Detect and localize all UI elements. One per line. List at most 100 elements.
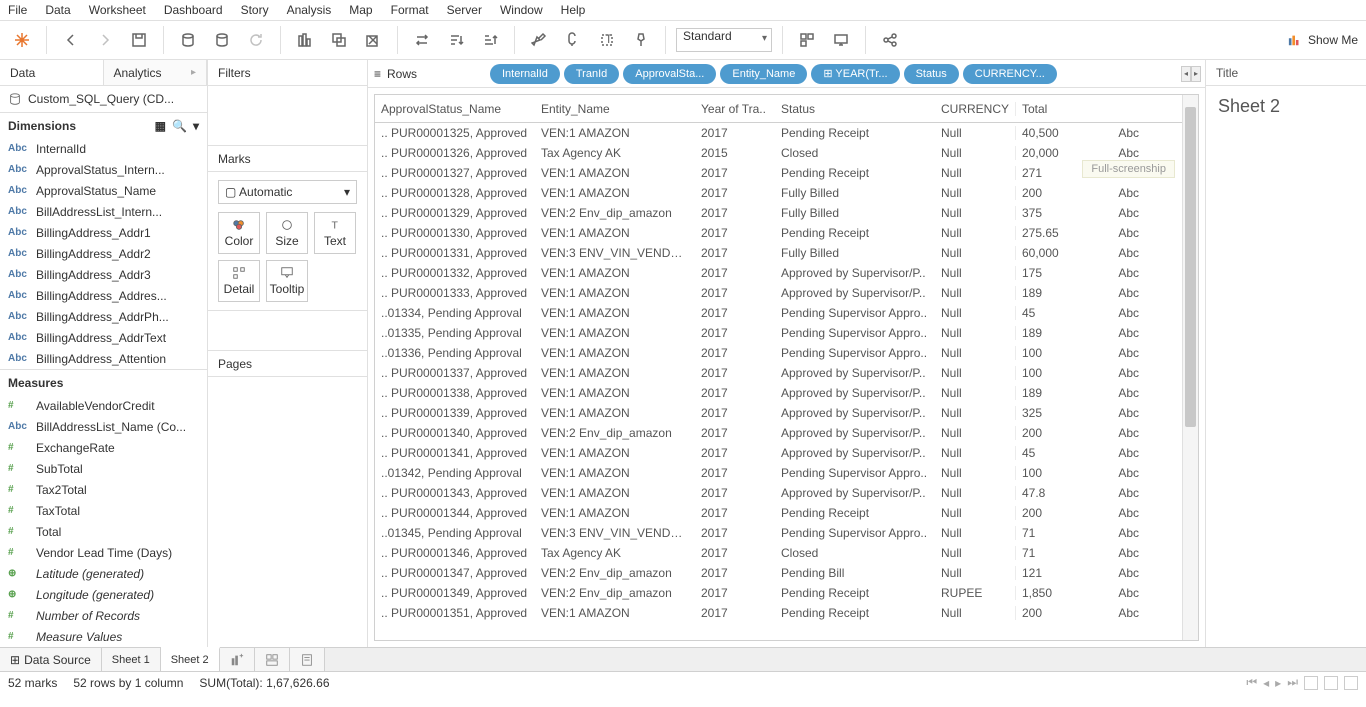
- table-row[interactable]: ..01345, Pending ApprovalVEN:3 ENV_VIN_V…: [375, 523, 1182, 543]
- color-button[interactable]: Color: [218, 212, 260, 254]
- dimension-field[interactable]: AbcBillingAddress_Attention: [0, 348, 207, 369]
- clear-icon[interactable]: [359, 26, 387, 54]
- table-row[interactable]: .. PUR00001330, ApprovedVEN:1 AMAZON2017…: [375, 223, 1182, 243]
- highlight-icon[interactable]: [525, 26, 553, 54]
- table-row[interactable]: .. PUR00001333, ApprovedVEN:1 AMAZON2017…: [375, 283, 1182, 303]
- table-row[interactable]: .. PUR00001341, ApprovedVEN:1 AMAZON2017…: [375, 443, 1182, 463]
- dimension-field[interactable]: AbcBillingAddress_AddrText: [0, 327, 207, 348]
- menu-server[interactable]: Server: [447, 3, 482, 17]
- label-icon[interactable]: T: [593, 26, 621, 54]
- share-icon[interactable]: [876, 26, 904, 54]
- analytics-tab[interactable]: Analytics▸: [104, 60, 208, 85]
- table-row[interactable]: ..01334, Pending ApprovalVEN:1 AMAZON201…: [375, 303, 1182, 323]
- view-icon[interactable]: ▦: [155, 119, 166, 133]
- sort-asc-icon[interactable]: [442, 26, 470, 54]
- new-worksheet-icon[interactable]: [291, 26, 319, 54]
- menu-analysis[interactable]: Analysis: [287, 3, 332, 17]
- table-row[interactable]: ..01336, Pending ApprovalVEN:1 AMAZON201…: [375, 343, 1182, 363]
- search-icon[interactable]: 🔍: [172, 119, 187, 133]
- table-row[interactable]: .. PUR00001351, ApprovedVEN:1 AMAZON2017…: [375, 603, 1182, 623]
- measure-field[interactable]: #Number of Records: [0, 605, 207, 626]
- menu-dashboard[interactable]: Dashboard: [164, 3, 223, 17]
- table-row[interactable]: .. PUR00001331, ApprovedVEN:3 ENV_VIN_VE…: [375, 243, 1182, 263]
- menu-data[interactable]: Data: [45, 3, 70, 17]
- dimension-field[interactable]: AbcApprovalStatus_Name: [0, 180, 207, 201]
- rows-shelf[interactable]: ≡Rows InternalIdTranIdApprovalSta...Enti…: [368, 60, 1205, 88]
- last-icon[interactable]: ⏭: [1287, 675, 1298, 690]
- group-icon[interactable]: [559, 26, 587, 54]
- refresh-icon[interactable]: [242, 26, 270, 54]
- measure-field[interactable]: ⊕Latitude (generated): [0, 563, 207, 584]
- sheet-title[interactable]: Sheet 2: [1206, 86, 1366, 127]
- menu-story[interactable]: Story: [241, 3, 269, 17]
- sheet1-tab[interactable]: Sheet 1: [102, 648, 161, 671]
- swap-icon[interactable]: [408, 26, 436, 54]
- table-row[interactable]: .. PUR00001346, ApprovedTax Agency AK201…: [375, 543, 1182, 563]
- forward-icon[interactable]: [91, 26, 119, 54]
- table-row[interactable]: .. PUR00001325, ApprovedVEN:1 AMAZON2017…: [375, 123, 1182, 143]
- measure-field[interactable]: AbcBillAddressList_Name (Co...: [0, 416, 207, 437]
- mark-type-dropdown[interactable]: ▢ Automatic▾: [218, 180, 357, 204]
- dimension-field[interactable]: AbcInternalId: [0, 138, 207, 159]
- table-row[interactable]: .. PUR00001337, ApprovedVEN:1 AMAZON2017…: [375, 363, 1182, 383]
- prev-icon[interactable]: ◂: [1263, 676, 1269, 690]
- detail-button[interactable]: Detail: [218, 260, 260, 302]
- measure-field[interactable]: ⊕Longitude (generated): [0, 584, 207, 605]
- table-row[interactable]: .. PUR00001332, ApprovedVEN:1 AMAZON2017…: [375, 263, 1182, 283]
- table-row[interactable]: .. PUR00001327, ApprovedVEN:1 AMAZON2017…: [375, 163, 1182, 183]
- table-row[interactable]: .. PUR00001329, ApprovedVEN:2 Env_dip_am…: [375, 203, 1182, 223]
- view1-icon[interactable]: [1304, 676, 1318, 690]
- menu-format[interactable]: Format: [391, 3, 429, 17]
- menu-file[interactable]: File: [8, 3, 27, 17]
- duplicate-icon[interactable]: [325, 26, 353, 54]
- pill[interactable]: ApprovalSta...: [623, 64, 716, 84]
- table-row[interactable]: ..01335, Pending ApprovalVEN:1 AMAZON201…: [375, 323, 1182, 343]
- dimension-field[interactable]: AbcBillingAddress_Addres...: [0, 285, 207, 306]
- measure-field[interactable]: #SubTotal: [0, 458, 207, 479]
- dimension-field[interactable]: AbcBillAddressList_Intern...: [0, 201, 207, 222]
- save-icon[interactable]: [125, 26, 153, 54]
- table-row[interactable]: ..01342, Pending ApprovalVEN:1 AMAZON201…: [375, 463, 1182, 483]
- new-datasource-icon[interactable]: [174, 26, 202, 54]
- table-row[interactable]: .. PUR00001344, ApprovedVEN:1 AMAZON2017…: [375, 503, 1182, 523]
- menu-map[interactable]: Map: [349, 3, 372, 17]
- pill[interactable]: InternalId: [490, 64, 560, 84]
- view2-icon[interactable]: [1324, 676, 1338, 690]
- table-row[interactable]: .. PUR00001340, ApprovedVEN:2 Env_dip_am…: [375, 423, 1182, 443]
- measure-field[interactable]: #Tax2Total: [0, 479, 207, 500]
- cards-icon[interactable]: [793, 26, 821, 54]
- dimension-field[interactable]: AbcBillingAddress_Addr1: [0, 222, 207, 243]
- pill[interactable]: ⊞ YEAR(Tr...: [811, 64, 899, 84]
- table-row[interactable]: .. PUR00001326, ApprovedTax Agency AK201…: [375, 143, 1182, 163]
- dimension-field[interactable]: AbcApprovalStatus_Intern...: [0, 159, 207, 180]
- next-icon[interactable]: ▸: [1275, 676, 1281, 690]
- size-button[interactable]: Size: [266, 212, 308, 254]
- table-row[interactable]: .. PUR00001339, ApprovedVEN:1 AMAZON2017…: [375, 403, 1182, 423]
- measure-field[interactable]: #ExchangeRate: [0, 437, 207, 458]
- new-dashboard-tab[interactable]: [255, 648, 290, 671]
- pages-shelf[interactable]: Pages: [208, 351, 367, 377]
- first-icon[interactable]: ⏮: [1246, 675, 1257, 690]
- dimension-field[interactable]: AbcBillingAddress_AddrPh...: [0, 306, 207, 327]
- pill[interactable]: Entity_Name: [720, 64, 807, 84]
- pill[interactable]: CURRENCY...: [963, 64, 1057, 84]
- measure-field[interactable]: #Vendor Lead Time (Days): [0, 542, 207, 563]
- menu-worksheet[interactable]: Worksheet: [89, 3, 146, 17]
- menu-help[interactable]: Help: [561, 3, 586, 17]
- dimension-field[interactable]: AbcBillingAddress_Addr2: [0, 243, 207, 264]
- measure-field[interactable]: #Measure Values: [0, 626, 207, 647]
- table-row[interactable]: .. PUR00001338, ApprovedVEN:1 AMAZON2017…: [375, 383, 1182, 403]
- measure-field[interactable]: #TaxTotal: [0, 500, 207, 521]
- tableau-logo-icon[interactable]: [8, 26, 36, 54]
- new-worksheet-tab[interactable]: [220, 648, 255, 671]
- dimension-field[interactable]: AbcBillingAddress_Addr3: [0, 264, 207, 285]
- table-row[interactable]: .. PUR00001347, ApprovedVEN:2 Env_dip_am…: [375, 563, 1182, 583]
- shelf-scroll[interactable]: ◂▸: [1181, 66, 1201, 82]
- pin-icon[interactable]: [627, 26, 655, 54]
- data-tab[interactable]: Data: [0, 60, 104, 85]
- pill[interactable]: TranId: [564, 64, 619, 84]
- table-row[interactable]: .. PUR00001343, ApprovedVEN:1 AMAZON2017…: [375, 483, 1182, 503]
- tooltip-button[interactable]: Tooltip: [266, 260, 308, 302]
- pause-updates-icon[interactable]: [208, 26, 236, 54]
- fit-dropdown[interactable]: Standard: [676, 28, 772, 52]
